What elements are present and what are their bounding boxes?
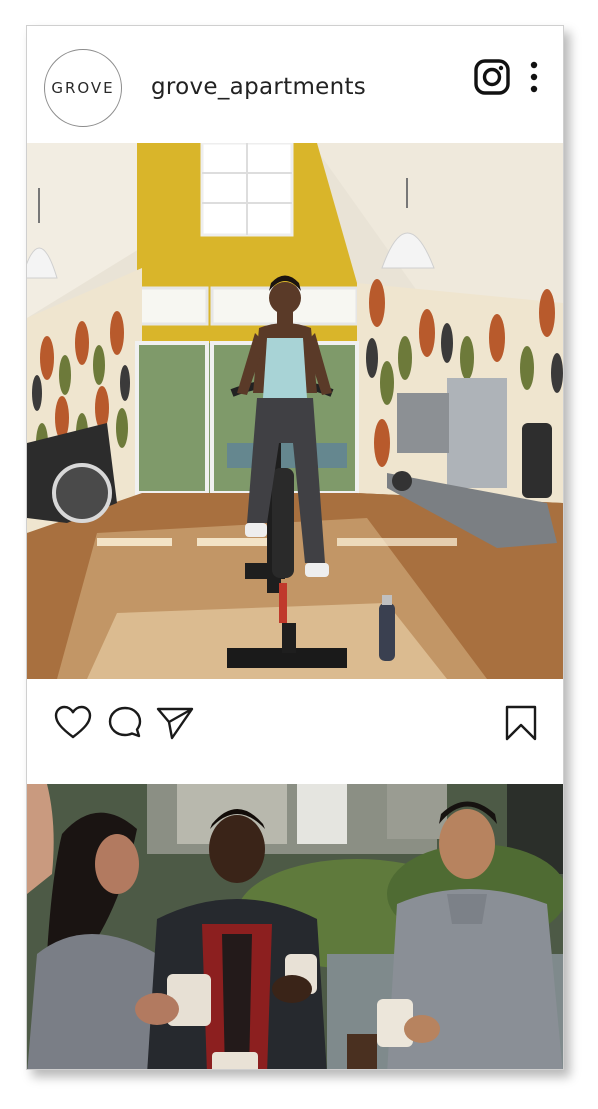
post-image-gym[interactable] xyxy=(27,143,563,679)
send-icon[interactable] xyxy=(155,703,195,743)
gym-photo-illustration xyxy=(27,143,563,679)
post-image-friends[interactable] xyxy=(27,784,563,1069)
instagram-icon[interactable] xyxy=(474,59,510,95)
avatar-logo-text: GROVE xyxy=(51,79,115,97)
instagram-post-card: GROVE grove_apartments xyxy=(26,25,564,1070)
comment-icon[interactable] xyxy=(105,703,145,743)
friends-photo-illustration xyxy=(27,784,563,1069)
avatar[interactable]: GROVE xyxy=(44,49,122,127)
post-action-bar xyxy=(27,679,563,784)
more-vertical-icon[interactable] xyxy=(525,59,543,95)
heart-icon[interactable] xyxy=(53,703,93,743)
bookmark-icon[interactable] xyxy=(501,703,541,743)
post-header: GROVE grove_apartments xyxy=(27,26,563,144)
username[interactable]: grove_apartments xyxy=(151,74,366,100)
